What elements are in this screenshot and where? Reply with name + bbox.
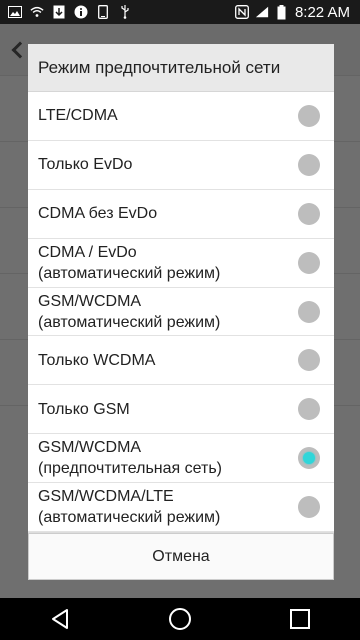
image-icon [8,5,22,19]
option-row[interactable]: GSM/WCDMA (предпочтительная сеть) [28,434,334,484]
download-icon [52,5,66,19]
radio-button[interactable] [298,104,320,127]
phone-icon [96,5,110,19]
option-label: LTE/CDMA [38,107,118,125]
option-label: Только WCDMA [38,351,156,369]
info-icon [74,5,88,19]
dialog-title: Режим предпочтительной сети [28,44,334,92]
option-row[interactable]: GSM/WCDMA (автоматический режим) [28,288,334,337]
radio-button-selected[interactable] [298,447,320,470]
radio-selected-dot [303,452,315,465]
option-label: GSM/WCDMA (автоматический режим) [38,292,221,331]
option-row[interactable]: CDMA без EvDo [28,190,334,239]
radio-button[interactable] [298,398,320,421]
radio-button[interactable] [298,300,320,323]
option-row[interactable]: LTE/CDMA [28,92,334,141]
wifi-icon [30,5,44,19]
network-mode-dialog: Режим предпочтительной сети LTE/CDMA Тол… [28,44,334,580]
option-label: CDMA без EvDo [38,205,158,223]
nfc-icon [235,5,249,19]
status-bar: 8:22 AM [0,0,360,24]
radio-button[interactable] [298,153,320,176]
status-left-icons [0,5,132,19]
option-label: GSM/WCDMA (предпочтительная сеть) [38,439,222,478]
option-label: GSM/WCDMA/LTE (автоматический режим) [38,488,221,527]
usb-icon [118,5,132,19]
option-row[interactable]: Только WCDMA [28,336,334,386]
status-right-icons: 8:22 AM [235,4,360,21]
option-row[interactable]: Только EvDo [28,141,334,190]
dialog-footer: Отмена [28,532,334,580]
option-label: Только GSM [38,400,130,418]
recents-icon[interactable] [280,599,320,639]
navigation-bar [0,598,360,640]
option-label: CDMA / EvDo (автоматический режим) [38,243,221,282]
radio-button[interactable] [298,202,320,225]
back-icon[interactable] [40,599,80,639]
option-row[interactable]: CDMA / EvDo (автоматический режим) [28,239,334,288]
option-row[interactable]: GSM/WCDMA/LTE (автоматический режим) [28,483,334,533]
options-list: LTE/CDMA Только EvDo CDMA без EvDo CDMA … [28,92,334,533]
radio-button[interactable] [298,349,320,372]
option-row[interactable]: Только GSM [28,385,334,435]
battery-icon [275,4,289,19]
radio-button[interactable] [298,251,320,274]
cancel-button[interactable]: Отмена [28,533,334,580]
signal-icon [255,5,269,19]
option-label: Только EvDo [38,156,133,174]
home-icon[interactable] [160,599,200,639]
radio-button[interactable] [298,496,320,519]
status-time: 8:22 AM [294,3,350,21]
